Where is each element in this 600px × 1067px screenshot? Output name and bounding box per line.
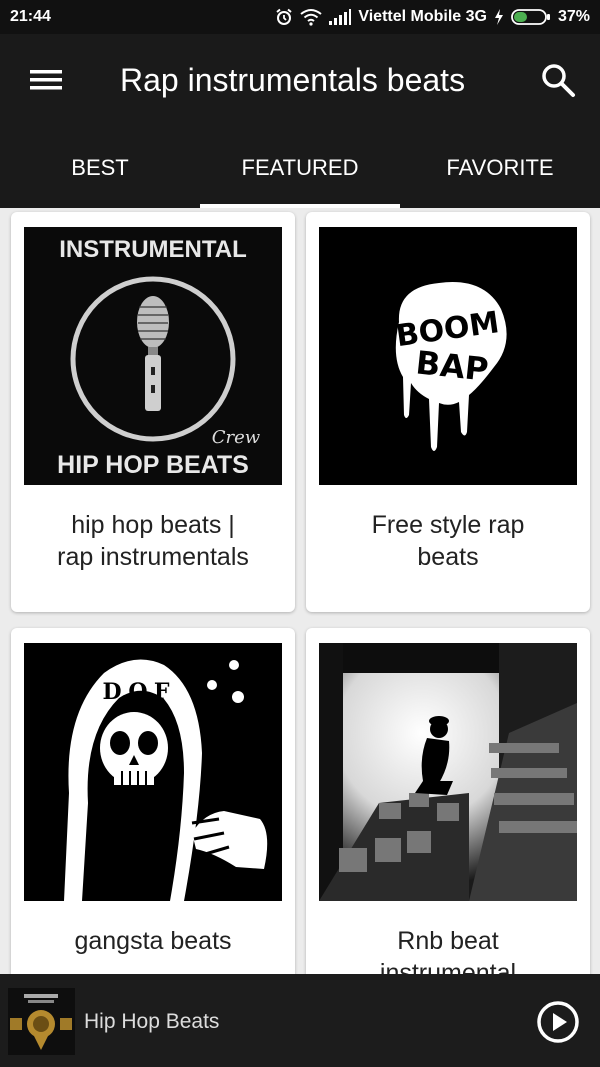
card-free-style-rap-beats[interactable]: BOOM BAP Free style rap beats bbox=[306, 212, 590, 612]
card-title-line1: hip hop beats | bbox=[71, 511, 235, 539]
card-title: Free style rap beats bbox=[316, 509, 580, 573]
card-title: Rnb beat instrumental bbox=[316, 925, 580, 974]
boom-bap-art: BOOM BAP bbox=[319, 227, 577, 485]
menu-icon[interactable] bbox=[28, 64, 64, 96]
status-bar: 21:44 Viettel Mobile 3G 37% bbox=[0, 0, 600, 34]
status-time: 21:44 bbox=[10, 8, 51, 25]
card-title-line2: rap instrumentals bbox=[57, 543, 249, 571]
art-bottom-text: HIP HOP BEATS bbox=[57, 451, 249, 479]
search-icon[interactable] bbox=[540, 62, 576, 98]
content-grid: INSTRUMENTAL Crew HIP HOP BEATS hip hop … bbox=[0, 208, 600, 974]
card-title-line1: Free style rap bbox=[371, 511, 525, 539]
card-image bbox=[319, 643, 577, 901]
card-title-line2: instrumental bbox=[379, 959, 517, 974]
card-title-line2: beats bbox=[417, 543, 479, 571]
card-hip-hop-beats[interactable]: INSTRUMENTAL Crew HIP HOP BEATS hip hop … bbox=[11, 212, 295, 612]
signal-icon bbox=[329, 9, 352, 25]
art-top-text: INSTRUMENTAL bbox=[59, 236, 247, 263]
tab-featured[interactable]: FEATURED bbox=[200, 128, 400, 208]
card-rnb-beat-instrumental[interactable]: Rnb beat instrumental bbox=[306, 628, 590, 974]
card-image: D.O.F bbox=[24, 643, 282, 901]
art-text-bap: BAP bbox=[414, 343, 490, 388]
carrier-name: Viettel Mobile 3G bbox=[358, 8, 487, 25]
pier-silhouette-art bbox=[319, 643, 577, 901]
player-track-title: Hip Hop Beats bbox=[84, 1010, 220, 1033]
battery-percent: 37% bbox=[557, 8, 590, 25]
charging-icon bbox=[494, 9, 503, 25]
card-title-line1: gangsta beats bbox=[74, 927, 232, 955]
mini-player[interactable]: Hip Hop Beats bbox=[0, 974, 600, 1067]
gold-emblem-art bbox=[8, 988, 75, 1055]
alarm-icon bbox=[276, 8, 292, 25]
tab-best[interactable]: BEST bbox=[0, 128, 200, 208]
hooded-skull-art: D.O.F bbox=[24, 643, 282, 901]
battery-icon bbox=[511, 9, 550, 25]
card-title: gangsta beats bbox=[21, 925, 285, 957]
microphone-art: INSTRUMENTAL Crew HIP HOP BEATS bbox=[24, 227, 282, 485]
status-icons: Viettel Mobile 3G 37% bbox=[275, 8, 590, 26]
card-title: hip hop beats | rap instrumentals bbox=[21, 509, 285, 573]
play-icon[interactable] bbox=[536, 1000, 580, 1044]
wifi-icon bbox=[300, 9, 322, 26]
app-bar: Rap instrumentals beats bbox=[0, 34, 600, 128]
card-title-line1: Rnb beat bbox=[397, 927, 499, 955]
art-script-text: Crew bbox=[212, 427, 261, 448]
card-image: BOOM BAP bbox=[319, 227, 577, 485]
card-image: INSTRUMENTAL Crew HIP HOP BEATS bbox=[24, 227, 282, 485]
page-title: Rap instrumentals beats bbox=[120, 62, 466, 98]
album-art-thumbnail[interactable] bbox=[8, 988, 75, 1055]
card-gangsta-beats[interactable]: D.O.F gangsta beats bbox=[11, 628, 295, 974]
tab-favorite[interactable]: FAVORITE bbox=[400, 128, 600, 208]
tab-bar: BEST FEATURED FAVORITE bbox=[0, 128, 600, 208]
art-text: D.O.F bbox=[102, 679, 169, 705]
